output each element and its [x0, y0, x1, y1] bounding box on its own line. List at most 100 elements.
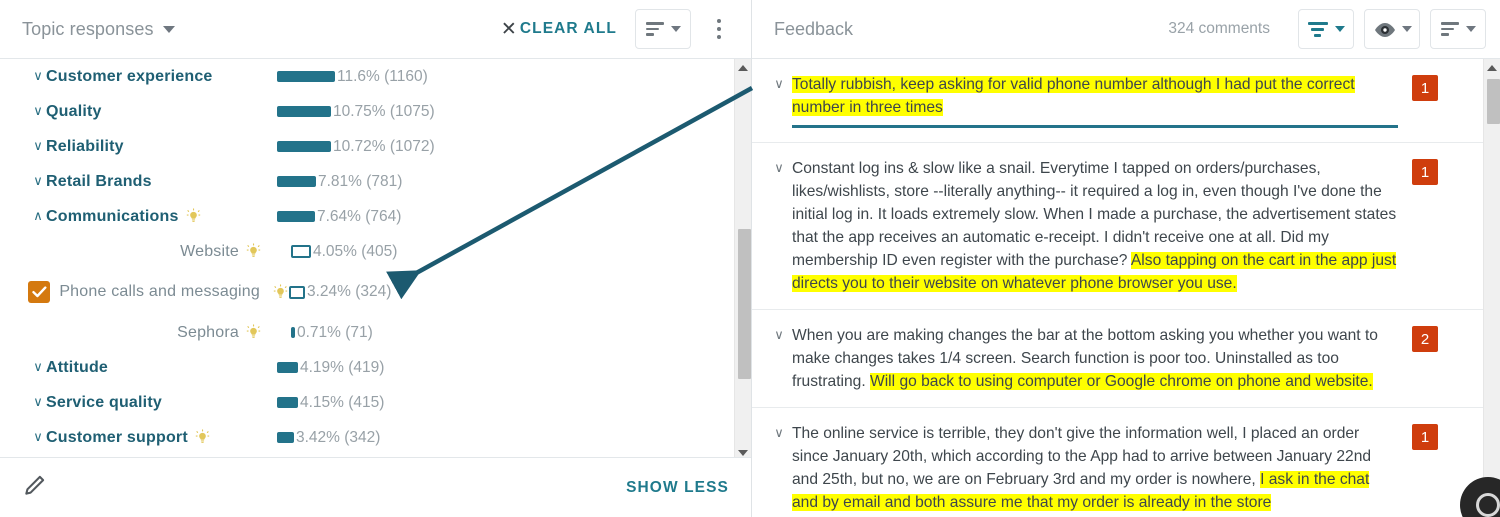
comment-expand-toggle[interactable]: ∨	[766, 324, 792, 343]
comment-badge: 1	[1412, 159, 1438, 185]
topic-responses-label: Topic responses	[22, 18, 154, 39]
topic-row[interactable]: ∨ Customer experience 11.6% (1160)	[0, 59, 730, 94]
comment-expand-toggle[interactable]: ∨	[766, 422, 792, 441]
topic-bar	[277, 176, 316, 187]
bulb-slot	[264, 283, 289, 301]
topic-row[interactable]: ∨ Service quality 4.15% (415)	[0, 385, 730, 420]
topic-expand-toggle[interactable]: ∨	[30, 431, 46, 444]
topic-metric: 3.24% (324)	[264, 283, 391, 301]
topic-row[interactable]: ∨ Retail Brands 7.81% (781)	[0, 164, 730, 199]
feedback-toolbar: Feedback 324 comments	[752, 0, 1500, 59]
feedback-scrollbar[interactable]	[1483, 59, 1500, 517]
topic-responses-dropdown[interactable]: Topic responses	[22, 19, 175, 40]
topic-row[interactable]: ∨ Attitude 4.19% (419)	[0, 350, 730, 385]
topic-bar	[277, 141, 331, 152]
clear-all-button[interactable]: ✕ CLEAR ALL	[501, 20, 617, 39]
topic-metric: 10.75% (1075)	[252, 103, 435, 121]
topic-expand-toggle[interactable]: ∨	[30, 175, 46, 188]
topic-bar	[277, 432, 294, 443]
topic-metric: 10.72% (1072)	[252, 138, 435, 156]
topic-name[interactable]: Quality	[46, 103, 102, 121]
lightbulb-icon	[194, 429, 211, 446]
comment-text: When you are making changes the bar at t…	[792, 324, 1412, 393]
highlighted-text: Will go back to using computer or Google…	[870, 373, 1373, 390]
comment-item[interactable]: ∨ When you are making changes the bar at …	[752, 310, 1483, 408]
topic-expand-toggle[interactable]: ∨	[30, 361, 46, 374]
show-less-button[interactable]: SHOW LESS	[626, 479, 729, 497]
topic-list-scrollbar[interactable]	[734, 59, 751, 457]
feedback-filter-button[interactable]	[1298, 9, 1354, 49]
triangle-up-icon	[738, 64, 748, 71]
filter-icon	[1307, 21, 1328, 37]
feedback-visibility-button[interactable]	[1364, 9, 1420, 49]
topic-expand-toggle[interactable]: ∨	[30, 105, 46, 118]
scrollbar-thumb[interactable]	[738, 229, 751, 379]
topic-name[interactable]: Sephora	[177, 324, 239, 342]
topic-name[interactable]: Retail Brands	[46, 173, 152, 191]
scroll-up-button[interactable]	[1483, 59, 1500, 76]
topic-sort-button[interactable]	[635, 9, 691, 49]
sort-icon	[1440, 22, 1459, 36]
chevron-down-icon	[1401, 26, 1412, 32]
lightbulb-icon	[245, 243, 262, 260]
topic-list-scroll-area: ∨ Customer experience 11.6% (1160) ∨ Quality…	[0, 59, 751, 457]
topic-bar	[277, 362, 298, 373]
topic-name-wrap: Reliability	[46, 138, 252, 156]
topic-name-wrap: Retail Brands	[46, 173, 252, 191]
scrollbar-thumb[interactable]	[1487, 79, 1500, 124]
scroll-up-button[interactable]	[734, 59, 751, 76]
topic-name[interactable]: Phone calls and messaging	[59, 283, 260, 301]
topic-expand-toggle[interactable]: ∨	[30, 70, 46, 83]
topic-metric: 7.81% (781)	[252, 173, 402, 191]
topic-list: ∨ Customer experience 11.6% (1160) ∨ Quality…	[0, 59, 730, 457]
clear-all-label: CLEAR ALL	[519, 20, 617, 37]
topic-bar	[277, 106, 331, 117]
topic-row[interactable]: Website 4.05% (405)	[0, 234, 730, 269]
circle-icon	[1476, 493, 1500, 517]
comment-item[interactable]: ∨ Constant log ins & slow like a snail. E…	[752, 143, 1483, 310]
chevron-down-icon	[670, 26, 681, 32]
topic-name[interactable]: Website	[180, 243, 239, 261]
topic-percentage: 4.15% (415)	[300, 393, 385, 411]
more-vertical-icon	[717, 19, 721, 23]
feedback-sort-button[interactable]	[1430, 9, 1486, 49]
topic-metric: 7.64% (764)	[252, 208, 401, 226]
topic-metric: 4.15% (415)	[252, 394, 384, 412]
topic-name-wrap: Customer experience	[46, 68, 252, 86]
comment-expand-toggle[interactable]: ∨	[766, 73, 792, 92]
scroll-down-button[interactable]	[734, 444, 751, 457]
lightbulb-icon	[245, 324, 262, 341]
topic-expand-toggle[interactable]: ∧	[30, 210, 46, 223]
topic-name[interactable]: Customer experience	[46, 68, 213, 86]
topic-name[interactable]: Service quality	[46, 394, 162, 412]
sort-icon	[645, 22, 664, 36]
topic-checkbox[interactable]	[28, 281, 50, 303]
feedback-scroll-area: ∨ Totally rubbish, keep asking for valid …	[752, 59, 1500, 517]
topic-percentage: 3.42% (342)	[296, 428, 381, 446]
topic-percentage: 10.72% (1072)	[333, 137, 435, 155]
topic-row[interactable]: ∨ Reliability 10.72% (1072)	[0, 129, 730, 164]
topic-row[interactable]: ∨ Quality 10.75% (1075)	[0, 94, 730, 129]
topic-row[interactable]: ∨ Customer support 3.42% (342)	[0, 420, 730, 455]
topic-bar	[277, 397, 298, 408]
topic-name[interactable]: Attitude	[46, 359, 108, 377]
comment-item[interactable]: ∨ Totally rubbish, keep asking for valid …	[752, 59, 1483, 143]
comment-expand-toggle[interactable]: ∨	[766, 157, 792, 176]
topic-row[interactable]: Sephora 0.71% (71)	[0, 315, 730, 350]
comment-item[interactable]: ∨ The online service is terrible, they do…	[752, 408, 1483, 517]
topic-name[interactable]: Reliability	[46, 138, 124, 156]
topic-name[interactable]: Customer support	[46, 429, 188, 447]
topic-panel-toolbar: Topic responses ✕ CLEAR ALL	[0, 0, 751, 59]
comment-list: ∨ Totally rubbish, keep asking for valid …	[752, 59, 1483, 517]
topic-expand-toggle[interactable]: ∨	[30, 396, 46, 409]
topic-bar	[277, 211, 315, 222]
topic-row[interactable]: Phone calls and messaging 3.24% (324)	[0, 269, 730, 315]
topic-metric: 4.05% (405)	[266, 243, 397, 261]
topic-name-wrap: Customer support	[46, 429, 252, 447]
pencil-icon[interactable]	[22, 472, 48, 503]
topic-name[interactable]: Communications	[46, 208, 179, 226]
topic-bar	[289, 285, 305, 299]
more-options-button[interactable]	[703, 9, 735, 49]
topic-row[interactable]: ∧ Communications 7.64% (764)	[0, 199, 730, 234]
topic-expand-toggle[interactable]: ∨	[30, 140, 46, 153]
